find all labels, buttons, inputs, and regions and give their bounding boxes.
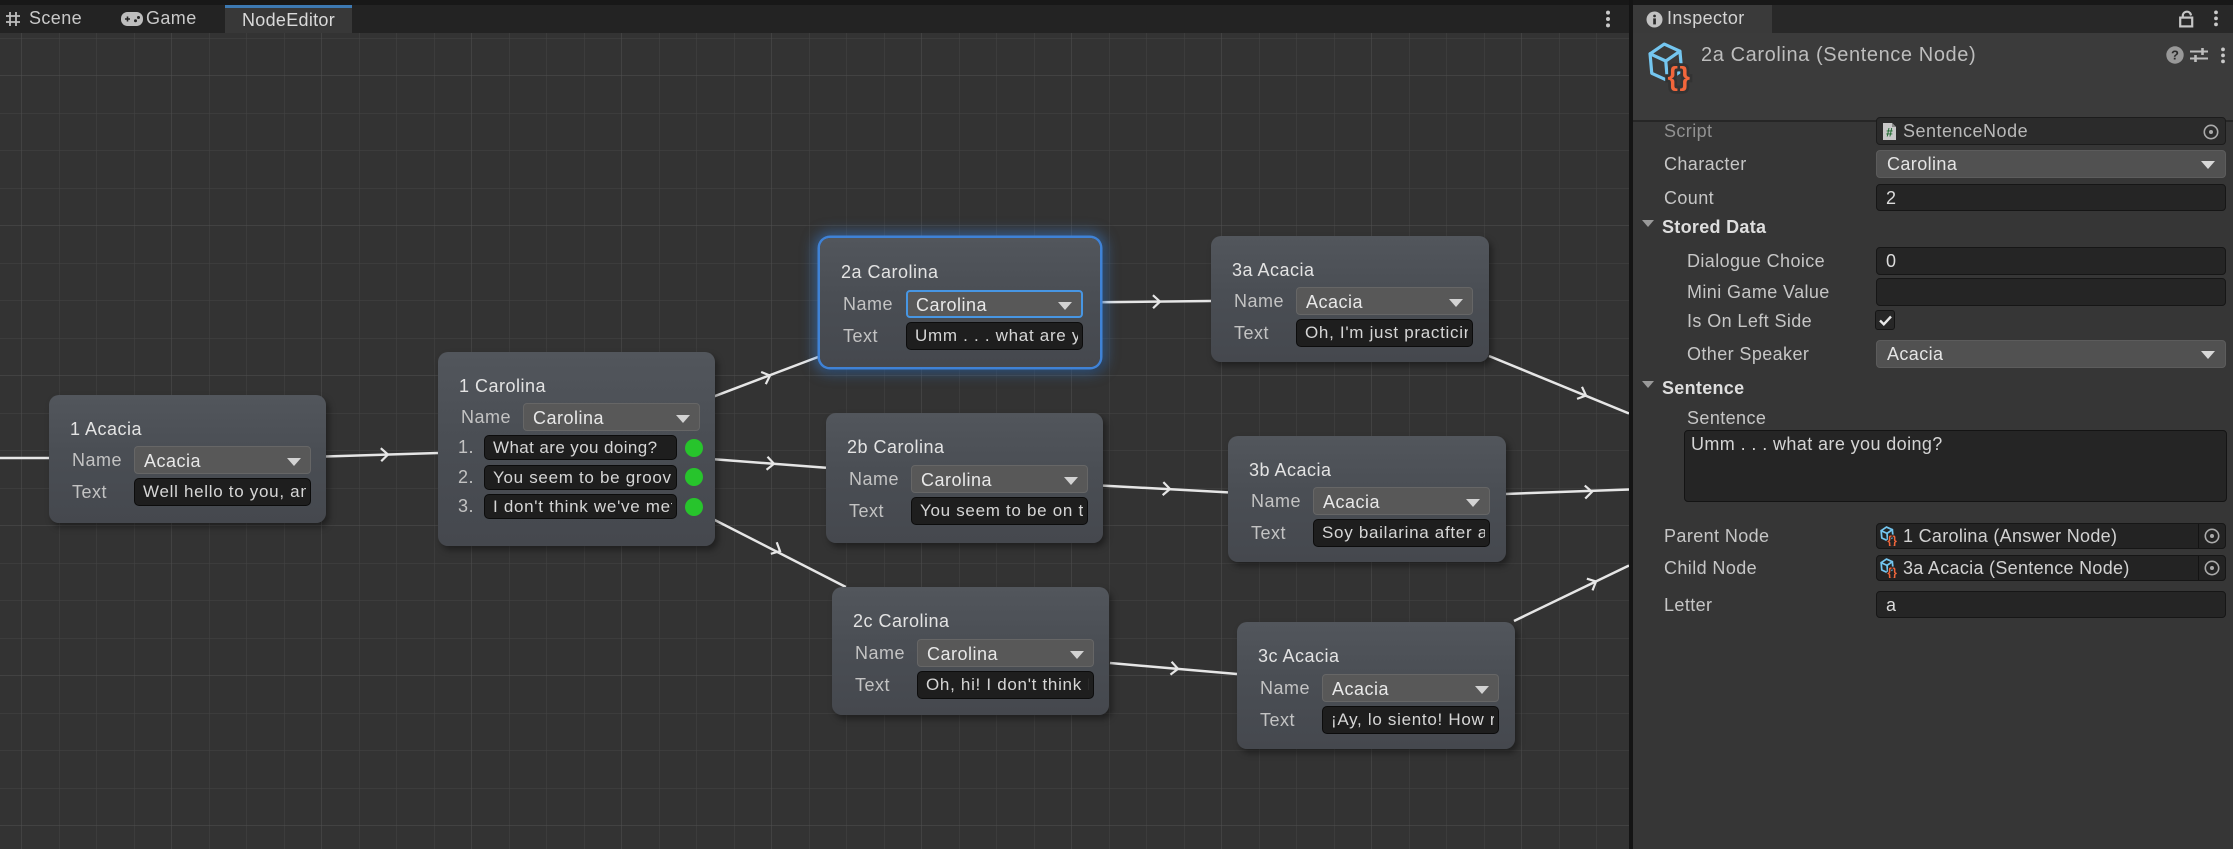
svg-text:{}: {} [1887, 534, 1897, 546]
svg-text:{}: {} [1887, 566, 1897, 578]
svg-text:#: # [1886, 126, 1893, 140]
svg-text:{}: {} [1668, 62, 1692, 92]
svg-text:?: ? [2171, 48, 2179, 63]
